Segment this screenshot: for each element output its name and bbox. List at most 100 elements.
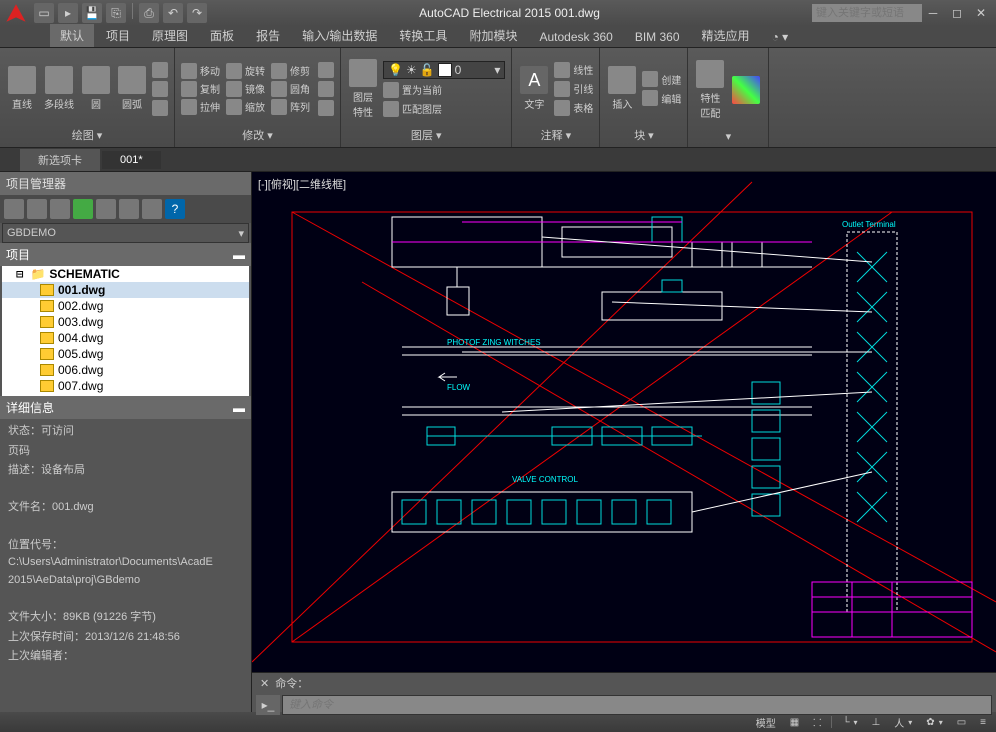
line-button[interactable]: 直线: [6, 64, 38, 113]
modify-mini-1-icon[interactable]: [318, 62, 334, 78]
table-button[interactable]: 表格: [554, 100, 593, 116]
doctab-001[interactable]: 001*: [102, 151, 161, 169]
scale-button[interactable]: 缩放: [226, 99, 265, 115]
status-ortho-icon[interactable]: ⊥: [868, 717, 885, 728]
layer-setcurrent-button[interactable]: 置为当前: [383, 82, 505, 98]
tree-file-005[interactable]: 005.dwg: [2, 346, 249, 362]
layer-match-button[interactable]: 匹配图层: [383, 101, 505, 117]
ribbon-tab-schematic[interactable]: 原理图: [142, 24, 198, 47]
maximize-icon[interactable]: ◻: [946, 4, 968, 22]
move-button[interactable]: 移动: [181, 63, 220, 79]
trim-button[interactable]: 修剪: [271, 63, 310, 79]
pm-btn-3-icon[interactable]: [50, 199, 70, 219]
cmd-toggle-icon[interactable]: ▸_: [256, 695, 280, 715]
qat-save-icon[interactable]: 💾: [82, 3, 102, 23]
tree-file-001[interactable]: 001.dwg: [2, 282, 249, 298]
status-grid-icon[interactable]: ▦: [786, 717, 803, 728]
panel-annot-title[interactable]: 注释 ▾: [518, 127, 593, 145]
arc-button[interactable]: 圆弧: [116, 64, 148, 113]
pm-btn-4-icon[interactable]: [73, 199, 93, 219]
circle-button[interactable]: 圆: [80, 64, 112, 113]
tree-file-006[interactable]: 006.dwg: [2, 362, 249, 378]
polyline-button[interactable]: 多段线: [42, 64, 76, 113]
array-button[interactable]: 阵列: [271, 99, 310, 115]
modify-mini-2-icon[interactable]: [318, 81, 334, 97]
edit-block-button[interactable]: 编辑: [642, 90, 681, 106]
qat-redo-icon[interactable]: ↷: [187, 3, 207, 23]
insert-button[interactable]: 插入: [606, 64, 638, 113]
ribbon-tab-report[interactable]: 报告: [246, 24, 290, 47]
help-search-input[interactable]: [812, 4, 922, 22]
rotate-button[interactable]: 旋转: [226, 63, 265, 79]
ribbon-tab-convert[interactable]: 转换工具: [389, 24, 457, 47]
ribbon-tab-featured[interactable]: 精选应用: [692, 24, 760, 47]
status-anno-icon[interactable]: 人: [890, 715, 916, 730]
ribbon-tab-io[interactable]: 输入/输出数据: [292, 24, 387, 47]
panel-layer: 图层 特性 💡☀🔓 0 ▾ 置为当前 匹配图层 图层 ▾: [341, 48, 512, 147]
text-button[interactable]: A文字: [518, 64, 550, 113]
viewport-label[interactable]: [-][俯视][二维线框]: [258, 176, 346, 192]
panel-draw-title[interactable]: 绘图 ▾: [6, 127, 168, 145]
linear-dim-button[interactable]: 线性: [554, 62, 593, 78]
status-fullscreen-icon[interactable]: ▭: [953, 717, 970, 728]
ribbon-tab-bim360[interactable]: BIM 360: [625, 27, 690, 47]
status-osnap-icon[interactable]: └: [838, 717, 861, 728]
layer-properties-button[interactable]: 图层 特性: [347, 57, 379, 121]
stretch-button[interactable]: 拉伸: [181, 99, 220, 115]
tree-file-003[interactable]: 003.dwg: [2, 314, 249, 330]
panel-prop-title[interactable]: ▾: [694, 130, 762, 145]
panel-layer-title[interactable]: 图层 ▾: [347, 127, 505, 145]
palette-button[interactable]: [730, 74, 762, 106]
mirror-button[interactable]: 镜像: [226, 81, 265, 97]
layer-combo[interactable]: 💡☀🔓 0 ▾: [383, 61, 505, 79]
qat-print-icon[interactable]: ⎙: [139, 3, 159, 23]
pm-btn-6-icon[interactable]: [119, 199, 139, 219]
panel-modify-title[interactable]: 修改 ▾: [181, 127, 334, 145]
status-snap-icon[interactable]: ⸬: [809, 715, 825, 729]
pm-btn-1-icon[interactable]: [4, 199, 24, 219]
pm-tree[interactable]: ⊟ 📁 SCHEMATIC 001.dwg 002.dwg 003.dwg 00…: [2, 266, 249, 396]
draw-mini-3-icon[interactable]: [152, 100, 168, 116]
close-icon[interactable]: ✕: [970, 4, 992, 22]
modify-mini-3-icon[interactable]: [318, 100, 334, 116]
fillet-button[interactable]: 圆角: [271, 81, 310, 97]
copy-button[interactable]: 复制: [181, 81, 220, 97]
ribbon-tab-addin[interactable]: 附加模块: [459, 24, 527, 47]
qat-undo-icon[interactable]: ↶: [163, 3, 183, 23]
panel-block-title[interactable]: 块 ▾: [606, 127, 681, 145]
pm-project-header[interactable]: 项目▬: [0, 243, 251, 266]
status-ws-icon[interactable]: ✿: [922, 717, 946, 728]
status-customize-icon[interactable]: ≡: [976, 717, 990, 728]
tree-file-002[interactable]: 002.dwg: [2, 298, 249, 314]
pm-btn-2-icon[interactable]: [27, 199, 47, 219]
qat-open-icon[interactable]: ▸: [58, 3, 78, 23]
create-block-button[interactable]: 创建: [642, 71, 681, 87]
details-header[interactable]: 详细信息▬: [0, 396, 251, 419]
tree-root[interactable]: ⊟ 📁 SCHEMATIC: [2, 266, 249, 282]
ribbon-tab-project[interactable]: 项目: [96, 24, 140, 47]
command-input[interactable]: [282, 695, 992, 715]
doctab-new[interactable]: 新选项卡: [20, 149, 100, 171]
viewport[interactable]: [-][俯视][二维线框]: [252, 172, 996, 672]
pm-btn-7-icon[interactable]: [142, 199, 162, 219]
pm-title: 项目管理器: [0, 172, 251, 195]
pm-project-combo[interactable]: GBDEMO▾: [2, 223, 249, 243]
app-logo[interactable]: [4, 2, 28, 24]
status-model[interactable]: 模型: [752, 715, 780, 730]
ribbon-tab-panel[interactable]: 面板: [200, 24, 244, 47]
draw-mini-2-icon[interactable]: [152, 81, 168, 97]
ribbon-tab-default[interactable]: 默认: [50, 24, 94, 47]
qat-new-icon[interactable]: ▭: [34, 3, 54, 23]
draw-mini-1-icon[interactable]: [152, 62, 168, 78]
ribbon-tab-a360[interactable]: Autodesk 360: [529, 27, 622, 47]
minimize-icon[interactable]: ─: [922, 4, 944, 22]
ribbon-tab-more-icon[interactable]: ◔ ▾: [762, 27, 799, 47]
pm-btn-5-icon[interactable]: [96, 199, 116, 219]
tree-file-007[interactable]: 007.dwg: [2, 378, 249, 394]
leader-button[interactable]: 引线: [554, 81, 593, 97]
qat-saveas-icon[interactable]: ⎘: [106, 3, 126, 23]
match-properties-button[interactable]: 特性 匹配: [694, 58, 726, 122]
close-icon[interactable]: ✕: [260, 677, 269, 690]
tree-file-004[interactable]: 004.dwg: [2, 330, 249, 346]
pm-help-icon[interactable]: ?: [165, 199, 185, 219]
